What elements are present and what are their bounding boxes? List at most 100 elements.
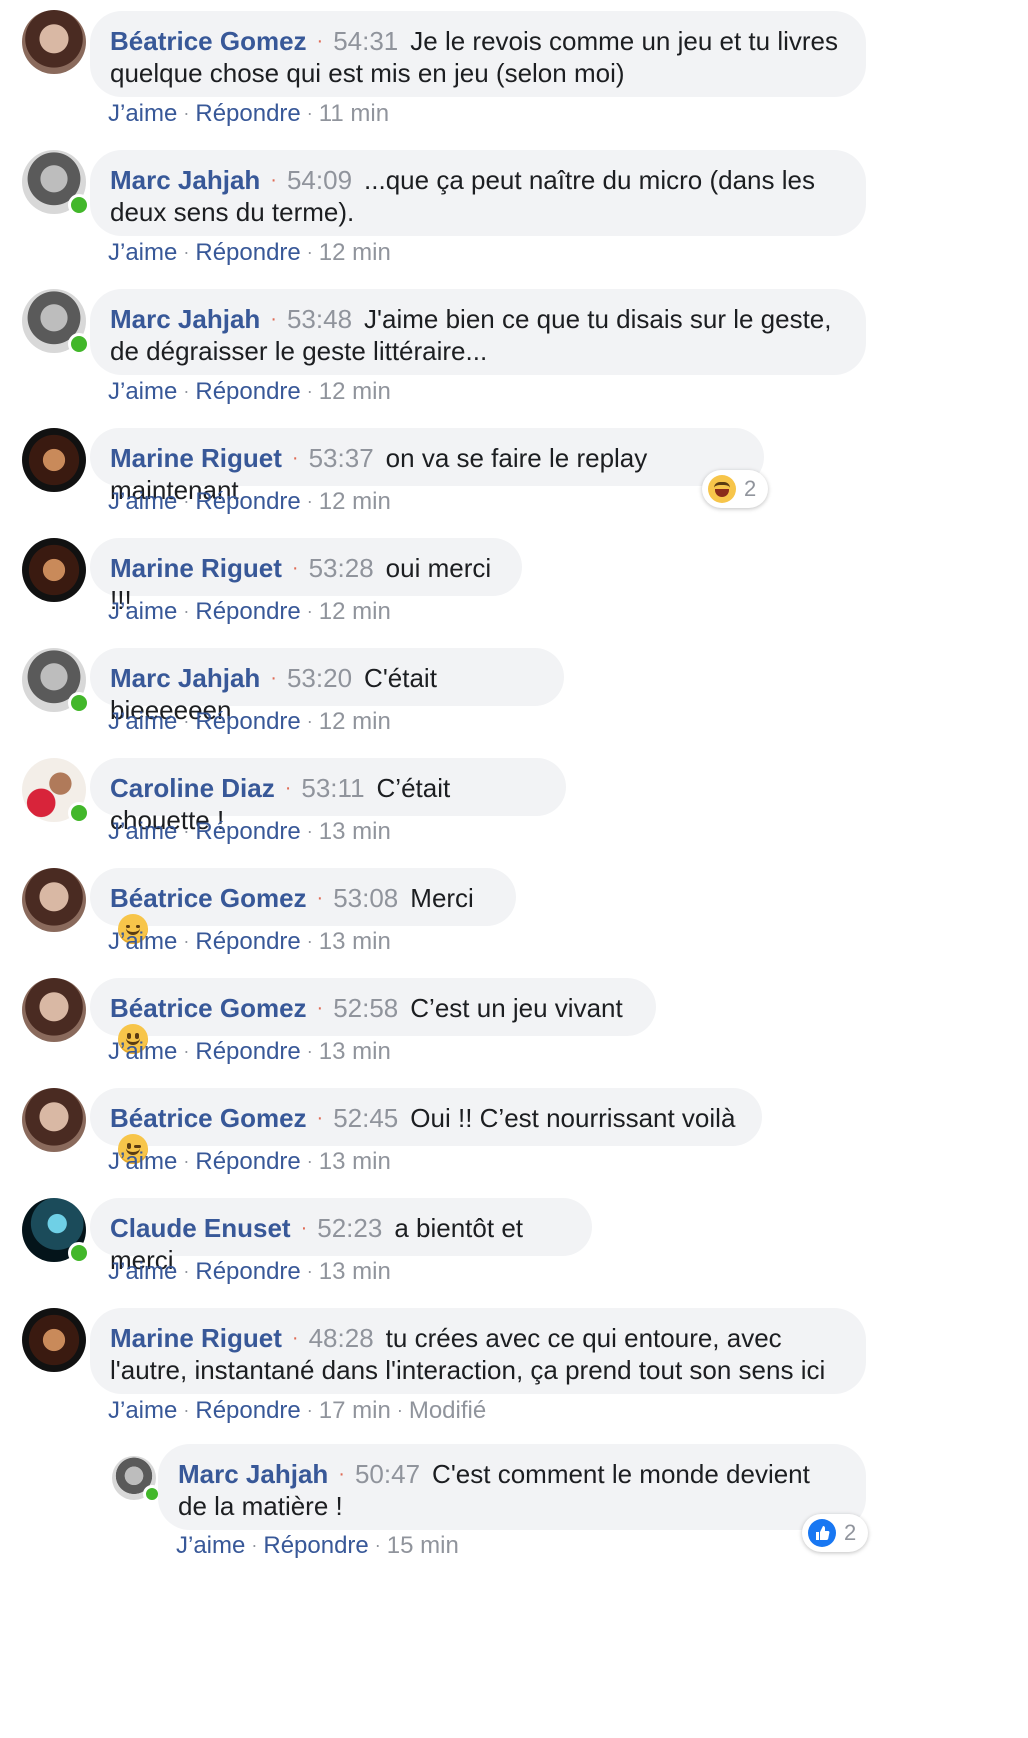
video-timestamp[interactable]: 52:23 [317, 1213, 382, 1243]
avatar[interactable] [22, 289, 90, 355]
separator-dot: · [284, 777, 292, 799]
avatar[interactable] [22, 868, 86, 932]
comment-bubble: Caroline Diaz · 53:11 C’était chouette ! [90, 758, 566, 835]
reaction-number: 2 [744, 476, 757, 501]
comment-bubble: Béatrice Gomez · 52:58 C’est un jeu vivant [90, 978, 656, 1054]
reply-link[interactable]: Répondre [195, 378, 300, 405]
author-name[interactable]: Claude Enuset [110, 1213, 291, 1243]
separator-dot: · [300, 1217, 308, 1239]
like-link[interactable]: J’aime [108, 708, 177, 735]
reply-link[interactable]: Répondre [195, 100, 300, 127]
avatar[interactable] [22, 1088, 86, 1152]
edited-label[interactable]: Modifié [409, 1397, 486, 1424]
video-timestamp[interactable]: 54:09 [287, 165, 352, 195]
reaction-count[interactable]: 2 [802, 1514, 869, 1552]
reply-link[interactable]: Répondre [195, 488, 300, 515]
avatar[interactable] [22, 1308, 86, 1372]
comment-actions: J’aime · Répondre · 13 min [108, 1038, 391, 1065]
laughing-emoji-icon [708, 475, 736, 503]
like-link[interactable]: J’aime [108, 378, 177, 405]
video-timestamp[interactable]: 50:47 [355, 1459, 420, 1489]
like-link[interactable]: J’aime [176, 1532, 245, 1559]
thumbs-up-icon [808, 1519, 836, 1547]
comment-bubble: Béatrice Gomez · 54:31 Je le revois comme u… [90, 11, 866, 97]
author-name[interactable]: Marine Riguet [110, 553, 282, 583]
avatar[interactable] [22, 538, 86, 602]
comment-age[interactable]: 12 min [319, 598, 391, 625]
reaction-count[interactable]: 2 [702, 470, 769, 508]
like-link[interactable]: J’aime [108, 818, 177, 845]
separator-dot: · [316, 1107, 324, 1129]
video-timestamp[interactable]: 53:28 [309, 553, 374, 583]
like-link[interactable]: J’aime [108, 598, 177, 625]
like-link[interactable]: J’aime [108, 1258, 177, 1285]
author-name[interactable]: Marine Riguet [110, 1323, 282, 1353]
comment-age[interactable]: 12 min [319, 708, 391, 735]
comment-actions: J’aime · Répondre · 13 min [108, 1258, 391, 1285]
like-link[interactable]: J’aime [108, 488, 177, 515]
reply-link[interactable]: Répondre [195, 598, 300, 625]
author-name[interactable]: Marc Jahjah [110, 304, 260, 334]
comment-age[interactable]: 13 min [319, 1258, 391, 1285]
reply-link[interactable]: Répondre [195, 1397, 300, 1424]
like-link[interactable]: J’aime [108, 1397, 177, 1424]
comment-age[interactable]: 13 min [319, 818, 391, 845]
avatar[interactable] [22, 1198, 90, 1264]
reply-link[interactable]: Répondre [195, 239, 300, 266]
reply-link[interactable]: Répondre [195, 928, 300, 955]
comment-age[interactable]: 13 min [319, 1038, 391, 1065]
video-timestamp[interactable]: 54:31 [333, 26, 398, 56]
video-timestamp[interactable]: 53:08 [333, 883, 398, 913]
author-name[interactable]: Caroline Diaz [110, 773, 275, 803]
video-timestamp[interactable]: 53:48 [287, 304, 352, 334]
comment-age[interactable]: 12 min [319, 239, 391, 266]
video-timestamp[interactable]: 52:45 [333, 1103, 398, 1133]
reply-link[interactable]: Répondre [263, 1532, 368, 1559]
separator-dot: · [291, 557, 299, 579]
reply-link[interactable]: Répondre [195, 708, 300, 735]
reply-link[interactable]: Répondre [195, 1148, 300, 1175]
comment-age[interactable]: 15 min [387, 1532, 459, 1559]
author-name[interactable]: Marine Riguet [110, 443, 282, 473]
reply-link[interactable]: Répondre [195, 1258, 300, 1285]
comment-bubble: Marine Riguet · 53:37 on va se faire le rep… [90, 428, 764, 505]
comment-bubble: Marc Jahjah · 53:48 J'aime bien ce que tu d… [90, 289, 866, 375]
reply-link[interactable]: Répondre [195, 818, 300, 845]
like-link[interactable]: J’aime [108, 928, 177, 955]
video-timestamp[interactable]: 52:58 [333, 993, 398, 1023]
author-name[interactable]: Béatrice Gomez [110, 26, 307, 56]
author-name[interactable]: Marc Jahjah [110, 663, 260, 693]
author-name[interactable]: Béatrice Gomez [110, 993, 307, 1023]
author-name[interactable]: Marc Jahjah [110, 165, 260, 195]
video-timestamp[interactable]: 53:20 [287, 663, 352, 693]
comment-age[interactable]: 12 min [319, 378, 391, 405]
separator-dot: · [316, 887, 324, 909]
avatar[interactable] [22, 978, 86, 1042]
video-timestamp[interactable]: 53:37 [309, 443, 374, 473]
avatar[interactable] [22, 648, 90, 714]
separator-dot: · [291, 1327, 299, 1349]
comment-age[interactable]: 11 min [319, 100, 389, 127]
comment-age[interactable]: 13 min [319, 928, 391, 955]
video-timestamp[interactable]: 53:11 [301, 773, 364, 803]
author-name[interactable]: Béatrice Gomez [110, 1103, 307, 1133]
avatar[interactable] [22, 10, 86, 74]
comment-bubble: Marc Jahjah · 50:47 C'est comment le monde … [158, 1444, 866, 1530]
comment-actions: J’aime · Répondre · 11 min [108, 100, 390, 127]
author-name[interactable]: Marc Jahjah [178, 1459, 328, 1489]
comment-age[interactable]: 17 min [319, 1397, 391, 1424]
like-link[interactable]: J’aime [108, 100, 177, 127]
avatar[interactable] [22, 150, 90, 216]
comment-age[interactable]: 13 min [319, 1148, 391, 1175]
like-link[interactable]: J’aime [108, 1148, 177, 1175]
like-link[interactable]: J’aime [108, 239, 177, 266]
reply-link[interactable]: Répondre [195, 1038, 300, 1065]
comment-age[interactable]: 12 min [319, 488, 391, 515]
avatar[interactable] [22, 758, 90, 824]
video-timestamp[interactable]: 48:28 [309, 1323, 374, 1353]
reaction-number: 2 [844, 1520, 857, 1545]
like-link[interactable]: J’aime [108, 1038, 177, 1065]
author-name[interactable]: Béatrice Gomez [110, 883, 307, 913]
avatar[interactable] [22, 428, 86, 492]
avatar[interactable] [112, 1456, 161, 1503]
